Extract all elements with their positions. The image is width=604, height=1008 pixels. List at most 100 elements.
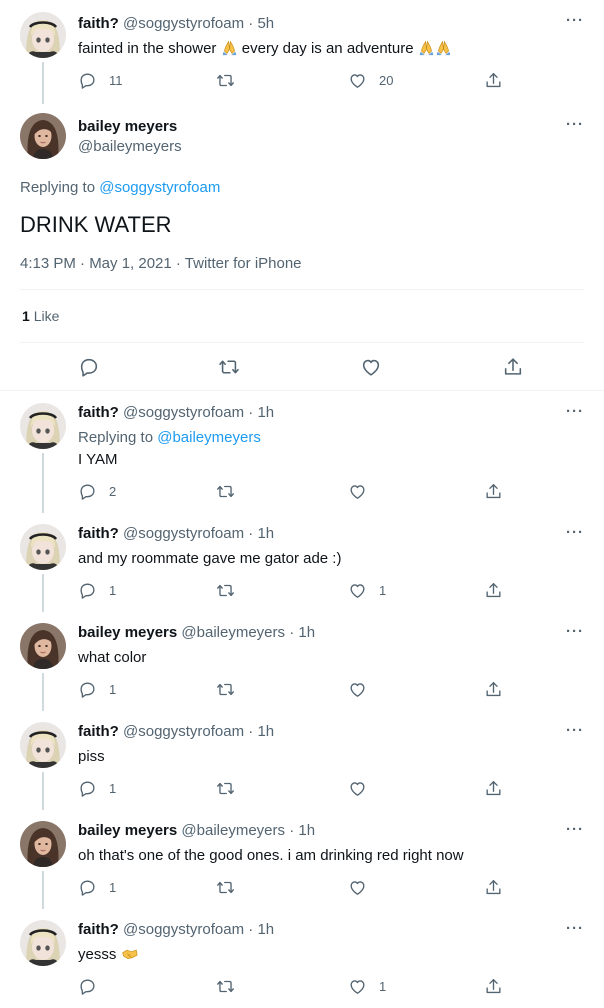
more-icon[interactable]: ··· xyxy=(566,524,584,541)
likes-summary[interactable]: 1 Like xyxy=(22,306,59,326)
like-button[interactable] xyxy=(360,355,382,379)
handshake-emoji xyxy=(121,945,138,962)
share-button[interactable] xyxy=(484,579,503,601)
author-handle[interactable]: @soggystyrofoam xyxy=(123,15,244,32)
retweet-icon xyxy=(216,482,235,501)
tweet-header: faith? @soggystyrofoam · 1h xyxy=(78,722,274,742)
share-button[interactable] xyxy=(484,777,503,799)
share-button[interactable] xyxy=(502,355,524,379)
avatar[interactable] xyxy=(20,524,66,570)
avatar[interactable] xyxy=(20,821,66,867)
author-name[interactable]: faith? xyxy=(78,15,119,32)
replying-to-link[interactable]: @soggystyrofoam xyxy=(99,179,220,196)
reply-tweet[interactable]: faith? @soggystyrofoam · 1h ··· and my r… xyxy=(0,512,604,612)
tweet-time[interactable]: · 1h xyxy=(248,723,274,740)
more-icon[interactable]: ··· xyxy=(566,623,584,640)
reply-tweet[interactable]: bailey meyers @baileymeyers · 1h ··· oh … xyxy=(0,809,604,909)
author-handle[interactable]: @baileymeyers xyxy=(181,822,285,839)
replying-to-link[interactable]: @baileymeyers xyxy=(157,429,261,446)
avatar[interactable] xyxy=(20,623,66,669)
reply-button[interactable]: 1 xyxy=(78,777,116,799)
heart-icon xyxy=(348,977,367,996)
parent-tweet[interactable]: faith? @soggystyrofoam · 5h ··· fainted … xyxy=(0,0,604,104)
tweet-time[interactable]: · 1h xyxy=(248,525,274,542)
tweet-time[interactable]: · 5h xyxy=(248,15,274,32)
more-icon[interactable]: ··· xyxy=(566,722,584,739)
share-icon xyxy=(484,581,503,600)
like-button[interactable]: 20 xyxy=(348,69,393,91)
share-button[interactable] xyxy=(484,876,503,898)
reply-button[interactable] xyxy=(78,975,109,997)
like-button[interactable]: 1 xyxy=(348,975,386,997)
tweet-time[interactable]: · 1h xyxy=(289,624,315,641)
author-handle[interactable]: @soggystyrofoam xyxy=(123,723,244,740)
retweet-icon xyxy=(216,977,235,996)
avatar[interactable] xyxy=(20,12,66,58)
more-icon[interactable]: ··· xyxy=(566,821,584,838)
heart-icon xyxy=(348,71,367,90)
retweet-icon xyxy=(216,581,235,600)
author-name[interactable]: faith? xyxy=(78,723,119,740)
avatar[interactable] xyxy=(20,722,66,768)
reply-tweet[interactable]: faith? @soggystyrofoam · 1h ··· Replying… xyxy=(0,391,604,513)
reply-tweet[interactable]: bailey meyers @baileymeyers · 1h ··· wha… xyxy=(0,611,604,711)
tweet-time[interactable]: · 1h xyxy=(289,822,315,839)
reply-tweet[interactable]: faith? @soggystyrofoam · 1h ··· piss 1 xyxy=(0,710,604,810)
like-button[interactable] xyxy=(348,678,379,700)
author-name[interactable]: faith? xyxy=(78,404,119,421)
retweet-button[interactable] xyxy=(216,975,235,997)
more-icon[interactable]: ··· xyxy=(566,116,584,133)
author-name[interactable]: bailey meyers xyxy=(78,117,177,137)
reply-button[interactable] xyxy=(78,355,100,379)
more-icon[interactable]: ··· xyxy=(566,12,584,29)
retweet-button[interactable] xyxy=(216,777,235,799)
author-name[interactable]: bailey meyers xyxy=(78,822,177,839)
reply-button[interactable]: 1 xyxy=(78,876,116,898)
avatar[interactable] xyxy=(20,113,66,159)
author-name[interactable]: faith? xyxy=(78,921,119,938)
more-icon[interactable]: ··· xyxy=(566,920,584,937)
reply-count: 11 xyxy=(109,72,123,88)
reply-button[interactable]: 1 xyxy=(78,579,116,601)
folded-hands-emoji xyxy=(221,39,238,56)
retweet-icon xyxy=(218,356,240,378)
retweet-button[interactable] xyxy=(216,876,235,898)
folded-hands-emoji xyxy=(418,39,435,56)
thread-line xyxy=(42,62,44,104)
like-count: 20 xyxy=(379,72,394,88)
author-handle[interactable]: @baileymeyers xyxy=(181,624,285,641)
author-handle[interactable]: @soggystyrofoam xyxy=(123,404,244,421)
author-handle[interactable]: @soggystyrofoam xyxy=(123,525,244,542)
like-button[interactable] xyxy=(348,480,379,502)
author-handle[interactable]: @baileymeyers xyxy=(78,137,182,157)
reply-icon xyxy=(78,482,97,501)
author-handle[interactable]: @soggystyrofoam xyxy=(123,921,244,938)
action-bar: 1 xyxy=(78,876,518,898)
tweet-meta[interactable]: 4:13 PM · May 1, 2021 · Twitter for iPho… xyxy=(20,254,302,274)
reply-button[interactable]: 2 xyxy=(78,480,116,502)
tweet-time[interactable]: · 1h xyxy=(248,921,274,938)
author-name[interactable]: bailey meyers xyxy=(78,624,177,641)
tweet-time[interactable]: · 1h xyxy=(248,404,274,421)
like-button[interactable] xyxy=(348,876,379,898)
share-button[interactable] xyxy=(484,480,503,502)
reply-button[interactable]: 1 xyxy=(78,678,116,700)
like-button[interactable] xyxy=(348,777,379,799)
retweet-icon xyxy=(216,779,235,798)
retweet-button[interactable] xyxy=(216,480,235,502)
retweet-button[interactable] xyxy=(218,355,240,379)
reply-button[interactable]: 11 xyxy=(78,69,123,91)
more-icon[interactable]: ··· xyxy=(566,403,584,420)
divider xyxy=(20,342,584,343)
reply-tweet[interactable]: faith? @soggystyrofoam · 1h ··· yesss 1 xyxy=(0,908,604,1008)
share-button[interactable] xyxy=(484,975,503,997)
retweet-button[interactable] xyxy=(216,69,235,91)
share-button[interactable] xyxy=(484,678,503,700)
author-name[interactable]: faith? xyxy=(78,525,119,542)
avatar[interactable] xyxy=(20,920,66,966)
retweet-button[interactable] xyxy=(216,579,235,601)
like-button[interactable]: 1 xyxy=(348,579,386,601)
retweet-button[interactable] xyxy=(216,678,235,700)
share-button[interactable] xyxy=(484,69,503,91)
avatar[interactable] xyxy=(20,403,66,449)
